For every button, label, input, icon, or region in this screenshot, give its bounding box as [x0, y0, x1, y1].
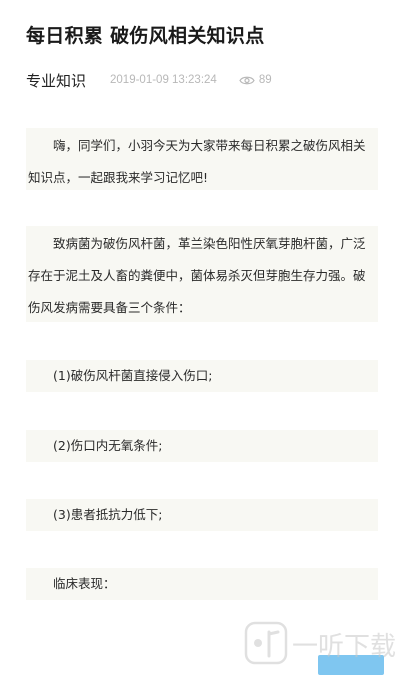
- category-tag[interactable]: 专业知识: [26, 70, 86, 91]
- watermark-text: 一听下载: [292, 632, 396, 662]
- publish-timestamp: 2019-01-09 13:23:24: [110, 74, 217, 86]
- eye-icon: [239, 76, 255, 84]
- article-title: 每日积累 破伤风相关知识点: [26, 25, 265, 47]
- intro-paragraph: 嗨，同学们，小羽今天为大家带来每日积累之破伤风相关知识点，一起跟我来学习记忆吧!: [26, 128, 378, 190]
- view-count: 89: [239, 74, 272, 86]
- article-meta: 专业知识 2019-01-09 13:23:24 89: [26, 66, 386, 94]
- condition-item-2: (2)伤口内无氧条件;: [26, 430, 378, 462]
- clinical-heading: 临床表现：: [26, 568, 378, 600]
- condition-item-1: (1)破伤风杆菌直接侵入伤口;: [26, 360, 378, 392]
- condition-item-3: (3)患者抵抗力低下;: [26, 499, 378, 531]
- watermark-logo: 一听下载: [244, 621, 396, 665]
- pathogen-paragraph: 致病菌为破伤风杆菌，革兰染色阳性厌氧芽胞杆菌，广泛存在于泥土及人畜的粪便中，菌体…: [26, 226, 378, 322]
- view-count-value: 89: [258, 74, 272, 86]
